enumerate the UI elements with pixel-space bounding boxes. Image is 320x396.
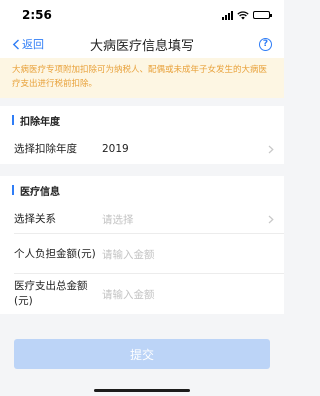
submit-area: 提交 [14, 339, 270, 369]
submit-button[interactable]: 提交 [14, 339, 270, 369]
section-title: 医疗信息 [20, 186, 60, 198]
total-amount-label: 医疗支出总金额(元) [14, 280, 88, 307]
chevron-right-icon [268, 215, 274, 223]
home-indicator [94, 389, 190, 392]
help-icon[interactable]: ? [259, 37, 272, 51]
section-header-deduction-year: 扣除年度 [0, 106, 284, 134]
back-button[interactable]: 返回 [12, 36, 44, 52]
section-header-medical-info: 医疗信息 [0, 176, 284, 204]
section-accent-bar [12, 185, 14, 195]
battery-icon [253, 11, 272, 19]
wifi-icon [237, 10, 249, 19]
relation-select[interactable]: 请选择 [102, 212, 268, 227]
notice-banner: 大病医疗专项附加扣除可为纳税人、配偶或未成年子女发生的大病医疗支出进行税前扣除。 [0, 58, 284, 98]
notice-text: 大病医疗专项附加扣除可为纳税人、配偶或未成年子女发生的大病医疗支出进行税前扣除。 [12, 65, 268, 89]
page-title: 大病医疗信息填写 [89, 38, 195, 54]
chevron-left-icon [12, 38, 19, 50]
status-bar: 2:56 [0, 0, 284, 30]
relation-label: 选择关系 [14, 212, 56, 225]
cellular-signal-icon [222, 10, 233, 20]
nav-bar: 返回 大病医疗信息填写 ? [0, 30, 284, 58]
section-title: 扣除年度 [20, 116, 60, 128]
personal-amount-input[interactable]: 请输入金额 [102, 247, 274, 262]
status-time: 2:56 [22, 8, 52, 22]
chevron-right-icon [268, 145, 274, 153]
section-gap [0, 164, 284, 176]
status-icons [222, 10, 272, 20]
section-gap [0, 98, 284, 106]
deduction-year-value: 2019 [102, 143, 129, 155]
section-accent-bar [12, 115, 14, 125]
total-amount-row: 医疗支出总金额(元) 请输入金额 [0, 274, 284, 314]
back-label: 返回 [22, 38, 44, 51]
personal-amount-label: 个人负担金额(元) [14, 247, 96, 260]
total-amount-input[interactable]: 请输入金额 [102, 287, 274, 302]
deduction-year-row[interactable]: 选择扣除年度 2019 [0, 134, 284, 164]
relation-row[interactable]: 选择关系 请选择 [0, 204, 284, 234]
deduction-year-label: 选择扣除年度 [14, 142, 77, 155]
personal-amount-row: 个人负担金额(元) 请输入金额 [0, 234, 284, 274]
